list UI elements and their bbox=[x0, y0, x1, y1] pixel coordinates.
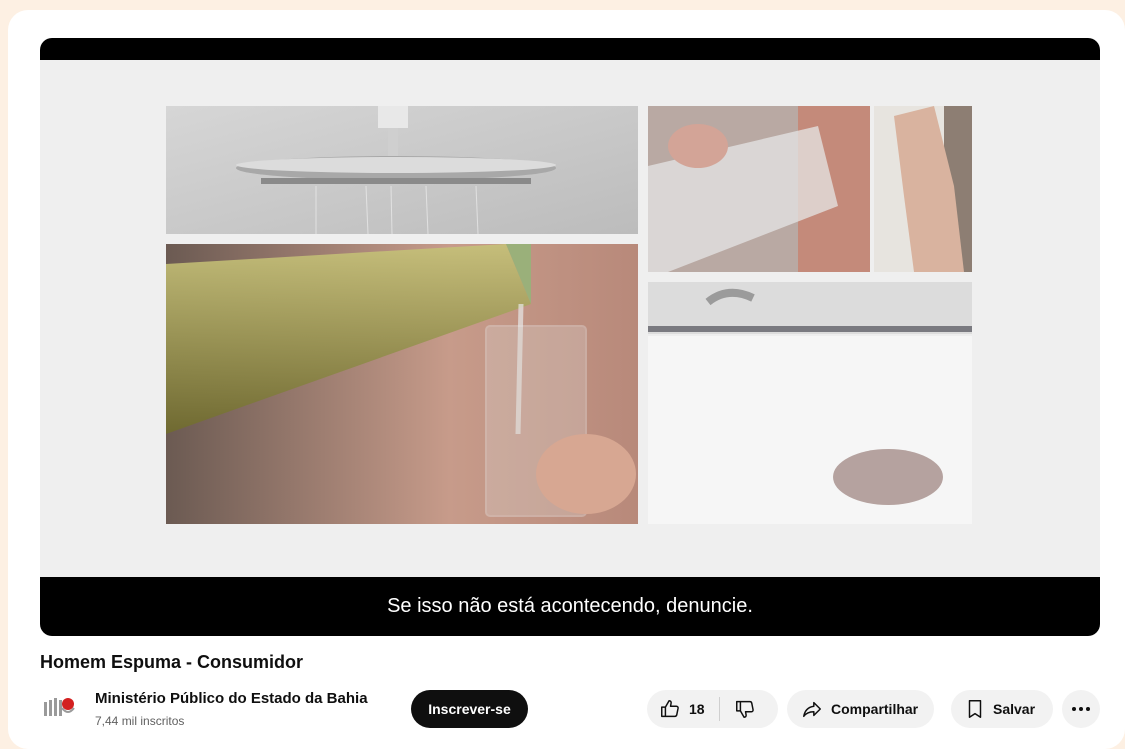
pouring-panel bbox=[166, 244, 638, 524]
thumbs-down-icon bbox=[735, 700, 754, 718]
like-dislike-group: 18 bbox=[647, 690, 778, 728]
drinking-panel bbox=[648, 106, 870, 272]
bookmark-icon bbox=[968, 700, 982, 718]
share-arrow-icon bbox=[803, 701, 821, 718]
save-label: Salvar bbox=[993, 701, 1036, 717]
save-button[interactable]: Salvar bbox=[951, 690, 1053, 728]
share-label: Compartilhar bbox=[831, 701, 919, 717]
subscribe-button[interactable]: Inscrever-se bbox=[411, 690, 528, 728]
thumbs-up-icon bbox=[661, 700, 679, 718]
like-button[interactable]: 18 bbox=[647, 690, 719, 728]
hand-panel bbox=[874, 106, 972, 272]
shower-curtain-panel bbox=[648, 282, 972, 524]
subscriber-count: 7,44 mil inscritos bbox=[95, 714, 185, 728]
channel-name[interactable]: Ministério Público do Estado da Bahia bbox=[95, 690, 368, 707]
video-player[interactable]: Se isso não está acontecendo, denuncie. bbox=[40, 38, 1100, 636]
shower-head-panel bbox=[166, 106, 638, 234]
dislike-button[interactable] bbox=[720, 690, 756, 728]
video-caption: Se isso não está acontecendo, denuncie. bbox=[387, 595, 753, 617]
share-button[interactable]: Compartilhar bbox=[787, 690, 934, 728]
more-actions-button[interactable] bbox=[1062, 690, 1100, 728]
video-title: Homem Espuma - Consumidor bbox=[40, 652, 304, 672]
video-frame bbox=[40, 60, 1100, 577]
more-horizontal-icon bbox=[1072, 707, 1090, 711]
channel-logo-icon[interactable] bbox=[44, 694, 78, 724]
like-count: 18 bbox=[689, 701, 705, 717]
